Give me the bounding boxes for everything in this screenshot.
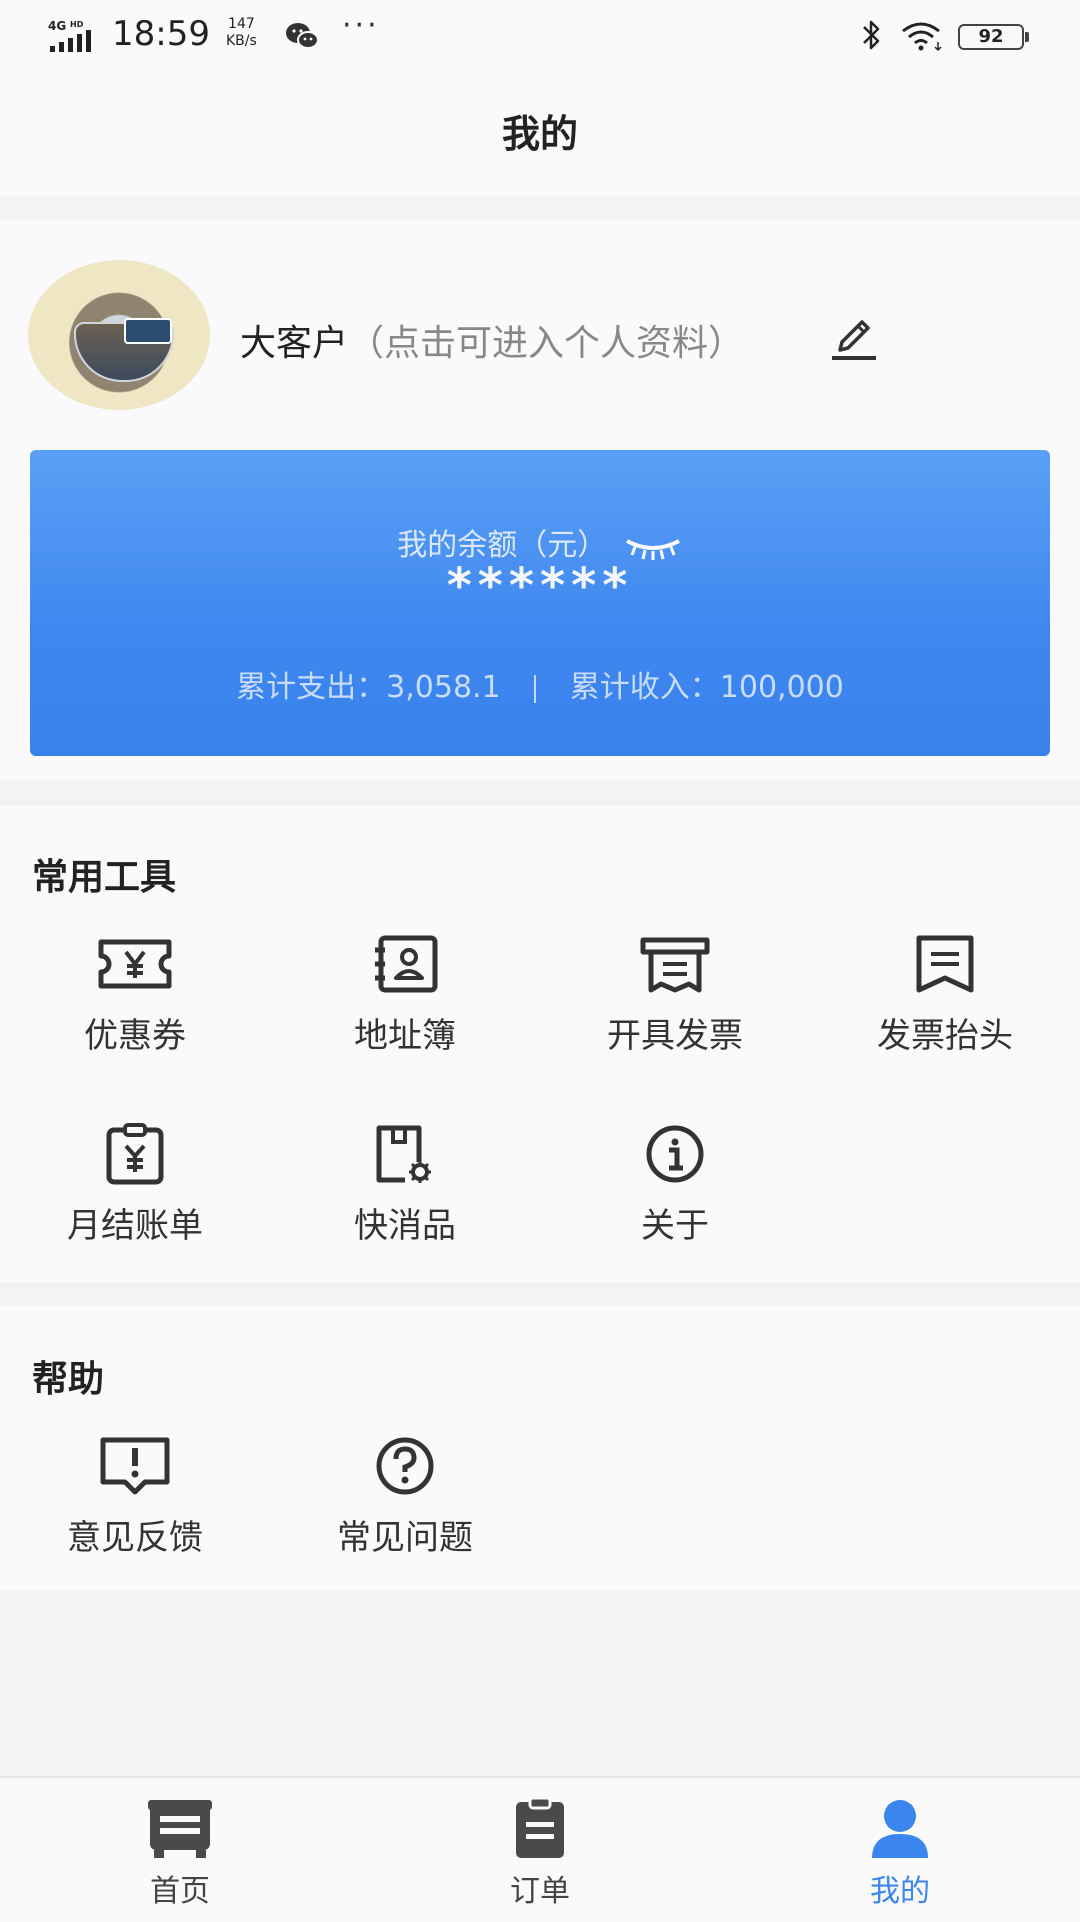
coupon-icon bbox=[98, 939, 172, 989]
tool-label: 优惠券 bbox=[84, 1016, 186, 1056]
total-spend-label: 累计支出： bbox=[236, 670, 387, 705]
question-icon bbox=[376, 1437, 434, 1495]
more-notifications-icon: ··· bbox=[342, 8, 380, 43]
nav-home[interactable]: 首页 bbox=[0, 1778, 360, 1922]
avatar-image-label bbox=[124, 318, 172, 344]
fmcg-icon bbox=[376, 1125, 431, 1183]
monthly-bill-icon bbox=[106, 1123, 164, 1185]
tool-label: 快消品 bbox=[354, 1206, 456, 1246]
nav-label: 订单 bbox=[510, 1874, 570, 1909]
home-icon bbox=[148, 1800, 212, 1858]
help-faq[interactable]: 常见问题 bbox=[270, 1434, 540, 1564]
tool-label: 开具发票 bbox=[607, 1016, 743, 1056]
page-title: 我的 bbox=[501, 112, 578, 156]
profile-name: 大客户 bbox=[240, 323, 349, 364]
profile-hint: （点击可进入个人资料） bbox=[348, 323, 745, 364]
bottom-nav: 首页 订单 我的 bbox=[0, 1776, 1080, 1922]
stats-divider bbox=[534, 674, 537, 703]
tool-label: 地址簿 bbox=[354, 1016, 456, 1056]
battery-indicator: 92 bbox=[958, 24, 1029, 50]
address-book-icon bbox=[375, 935, 438, 993]
nav-profile[interactable]: 我的 bbox=[720, 1778, 1080, 1922]
tool-monthly-bill[interactable]: 月结账单 bbox=[0, 1122, 270, 1252]
issue-invoice-icon bbox=[640, 937, 710, 993]
signal-icon: 4G HD bbox=[48, 19, 91, 52]
orders-icon bbox=[516, 1796, 564, 1858]
tool-invoice-title[interactable]: 发票抬头 bbox=[810, 932, 1080, 1062]
wechat-icon bbox=[286, 23, 319, 49]
tool-label: 关于 bbox=[641, 1206, 709, 1246]
page-header: 我的 bbox=[0, 72, 1080, 196]
wifi-icon bbox=[902, 22, 942, 52]
status-bar: 4G HD 18:59 147 KB/s ··· 92 bbox=[0, 0, 1080, 72]
feedback-icon bbox=[100, 1437, 170, 1495]
tool-label: 月结账单 bbox=[67, 1206, 203, 1246]
help-label: 意见反馈 bbox=[67, 1518, 203, 1558]
nav-orders[interactable]: 订单 bbox=[360, 1778, 720, 1922]
total-income-label: 累计收入： bbox=[569, 670, 720, 705]
help-label: 常见问题 bbox=[337, 1518, 473, 1558]
tool-address-book[interactable]: 地址簿 bbox=[270, 932, 540, 1062]
help-feedback[interactable]: 意见反馈 bbox=[0, 1434, 270, 1564]
nav-label: 首页 bbox=[150, 1874, 210, 1909]
tool-fmcg[interactable]: 快消品 bbox=[270, 1122, 540, 1252]
network-speed-value: 147 bbox=[228, 16, 255, 32]
tool-coupon[interactable]: 优惠券 bbox=[0, 932, 270, 1062]
balance-card[interactable]: 我的余额（元） ****** 累计支出：3,058.1 累计收入：100,000 bbox=[30, 450, 1050, 756]
help-section-title: 帮助 bbox=[32, 1359, 105, 1400]
total-income-value: 100,000 bbox=[719, 670, 844, 705]
profile-icon bbox=[872, 1800, 928, 1858]
total-spend-value: 3,058.1 bbox=[386, 670, 501, 705]
edit-icon[interactable] bbox=[828, 312, 880, 364]
nav-label: 我的 bbox=[870, 1874, 930, 1909]
help-section: 帮助 意见反馈 常见问题 bbox=[0, 1306, 1080, 1590]
svg-text:4G: 4G bbox=[48, 19, 66, 33]
clock: 18:59 bbox=[112, 14, 210, 54]
invoice-title-icon bbox=[916, 935, 974, 993]
tool-about[interactable]: 关于 bbox=[540, 1122, 810, 1252]
tools-section-title: 常用工具 bbox=[32, 857, 177, 898]
bluetooth-icon bbox=[863, 20, 880, 50]
tool-issue-invoice[interactable]: 开具发票 bbox=[540, 932, 810, 1062]
hide-balance-eye-icon[interactable] bbox=[623, 533, 683, 561]
tool-label: 发票抬头 bbox=[877, 1016, 1013, 1056]
info-icon bbox=[646, 1125, 704, 1183]
balance-value: ****** bbox=[446, 558, 634, 614]
profile-link[interactable]: 大客户（点击可进入个人资料） bbox=[240, 314, 744, 366]
avatar[interactable] bbox=[28, 260, 210, 410]
profile-section: 大客户（点击可进入个人资料） 我的余额（元） ****** 累计支出：3,058… bbox=[0, 220, 1080, 780]
balance-stats: 累计支出：3,058.1 累计收入：100,000 bbox=[30, 662, 1050, 706]
network-speed: 147 KB/s bbox=[226, 16, 257, 50]
network-speed-unit: KB/s bbox=[226, 33, 257, 49]
tools-section: 常用工具 优惠券 地址簿 开具发票 发票抬头 月结账单 快消品 关于 bbox=[0, 806, 1080, 1282]
svg-text:HD: HD bbox=[70, 20, 84, 29]
